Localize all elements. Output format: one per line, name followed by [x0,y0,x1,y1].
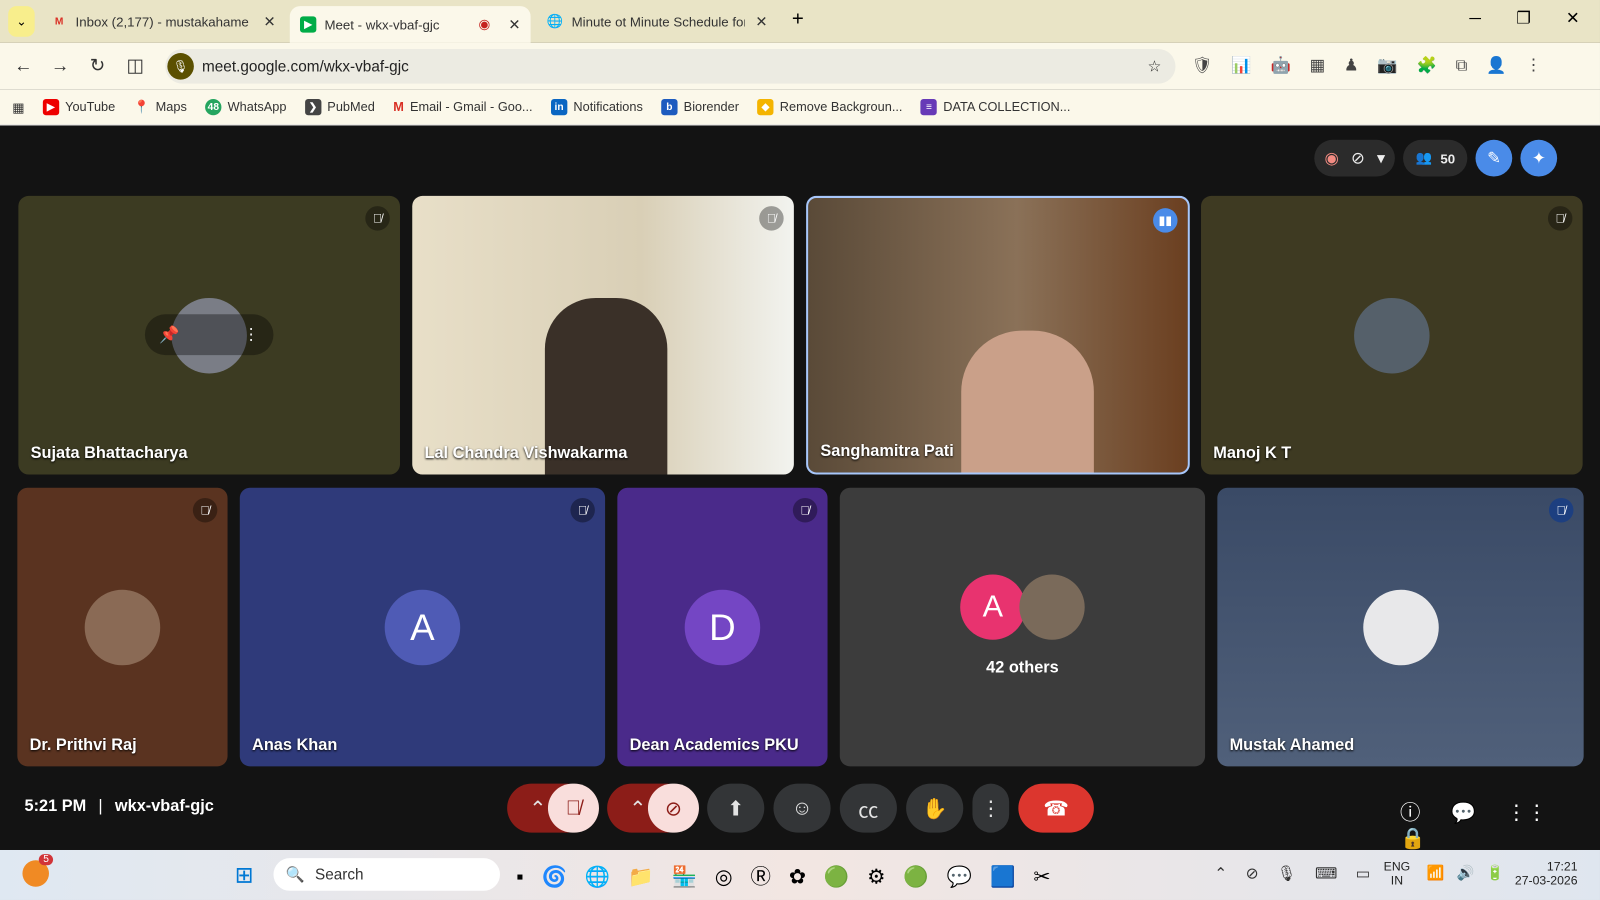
avatar: A [960,574,1026,640]
notes-button[interactable]: ✎ [1475,139,1513,177]
more-options-icon[interactable]: ⋮ [243,324,259,344]
address-bar[interactable]: 🎙 meet.google.com/wkx-vbaf-gjc ☆ [165,48,1176,84]
leave-call-button[interactable]: ☎ [1018,783,1094,833]
gmail-icon: M [54,15,64,28]
tile-hover-controls[interactable]: 📌 ⋮ [144,314,274,356]
taskbar: 5 ⊞ 🔍 Search ▪ 🌀 🌐 📁 🏪 ◎ Ⓡ ✿ 🟢 ⚙ 🟢 💬 🟦 ✂ … [0,849,1600,900]
captions-button[interactable]: ㏄ [839,783,897,833]
participants-button[interactable]: 👥 50 [1403,139,1468,177]
gmail-icon: M [393,99,404,115]
others-tile[interactable]: A 42 others [839,487,1206,767]
bookmarks-bar: ▦ ▶ YouTube 📍 Maps 48 WhatsApp ❯ PubMed M Ema… [0,89,1600,126]
gemini-button[interactable]: ✦ [1520,139,1558,177]
meeting-info: 5:21 PM | wkx-vbaf-gjc [24,797,214,816]
avatar [1019,574,1085,640]
youtube-icon: ▶ [42,98,59,116]
bookmark-star-icon[interactable]: ☆ [1147,57,1161,75]
split-view-icon[interactable]: ◫ [127,55,144,76]
bookmark-notifications[interactable]: in Notifications [550,98,643,116]
bookmark-remove-bg[interactable]: ◆ Remove Backgroun... [757,98,902,116]
tab-meet[interactable]: ▶ Meet - wkx-vbaf-gjc ◉ ✕ [289,6,531,43]
meet-icon: ▶ [299,16,317,33]
bookmark-whatsapp[interactable]: 48 WhatsApp [205,98,286,116]
mic-muted-icon: 🎙̸ [1548,497,1574,523]
more-options-button[interactable]: ⋮ [972,783,1010,833]
right-controls[interactable]: ⓘ 💬 ⋮⋮ 🔒 [1400,796,1600,851]
system-tray[interactable]: ⌃ ⊘ 🎙 ⌨ ▭ [1214,864,1370,882]
whatsapp-icon: 48 [205,98,222,116]
camera-off-icon: ⊘ [1350,149,1365,168]
bookmark-data-collection[interactable]: ≡ DATA COLLECTION... [920,98,1070,116]
participant-tile[interactable]: ▮▮ Sanghamitra Pati [806,195,1190,475]
avatar [1354,297,1430,373]
tab-search-button[interactable]: ⌄ [8,6,35,37]
participant-tile[interactable]: 🎙̸ Manoj K T [1201,195,1583,475]
camera-toggle-button[interactable]: ⊘ [647,783,699,833]
participant-tile[interactable]: D 🎙̸ Dean Academics PKU [617,487,828,767]
close-icon[interactable]: ✕ [264,13,276,30]
mic-muted-icon: 🎙̸ [192,497,218,523]
tab-schedule[interactable]: 🌐 Minute ot Minute Schedule for ✕ [537,4,778,39]
video-feed [961,330,1094,473]
forward-icon[interactable]: → [51,55,69,76]
linkedin-icon: in [550,98,568,116]
nav-bar: ← → ↻ ◫ 🎙 meet.google.com/wkx-vbaf-gjc ☆ 🛡… [0,42,1600,90]
recording-indicator[interactable]: ◉ ⊘ ▾ [1314,139,1396,177]
mic-muted-icon: 🎙̸ [570,497,595,523]
tab-bar: ⌄ M Inbox (2,177) - mustakahamed3 ✕ ▶ Meet … [0,0,1600,43]
bookmark-pubmed[interactable]: ❯ PubMed [304,98,375,116]
taskbar-search[interactable]: 🔍 Search [273,858,500,891]
speaking-indicator: ▮▮ [1153,208,1178,233]
mic-muted-icon: 🎙̸ [1547,206,1573,231]
mic-toggle-button[interactable]: 🎙̸ [547,783,599,833]
tab-gmail[interactable]: M Inbox (2,177) - mustakahamed3 ✕ [41,4,286,39]
new-tab-button[interactable]: + [792,8,804,31]
mic-muted-icon: 🎙̸ [792,497,818,523]
forms-icon: ≡ [920,98,938,116]
extensions[interactable]: 🛡 📊 🤖 ▦ ♟ 📷 🧩 ⧉ 👤 ⋮ [1192,55,1542,75]
network-volume-battery[interactable]: 📶 🔊 🔋 [1427,864,1505,881]
bookmark-youtube[interactable]: ▶ YouTube [42,98,116,116]
back-icon[interactable]: ← [14,55,32,76]
taskbar-apps[interactable]: ▪ 🌀 🌐 📁 🏪 ◎ Ⓡ ✿ 🟢 ⚙ 🟢 💬 🟦 ✂ [516,860,1050,890]
clock[interactable]: 17:21 27-03-2026 [1510,859,1578,888]
participant-tile[interactable]: A 🎙̸ Anas Khan [239,487,606,767]
layers-icon: ◆ [757,98,774,116]
present-button[interactable]: ⬆ [707,783,765,833]
recording-icon: ◉ [478,16,491,32]
weather-widget[interactable]: 5 [22,854,54,887]
start-button[interactable]: ⊞ [235,862,254,889]
avatar: D [684,589,761,665]
search-icon: 🔍 [285,866,305,884]
meet-top-controls: ◉ ⊘ ▾ 👥 50 ✎ ✦ [1314,139,1558,177]
raise-hand-button[interactable]: ✋ [906,783,964,833]
biorender-icon: b [661,98,678,116]
globe-icon: 🌐 [546,13,564,29]
people-icon: 👥 [1415,149,1433,166]
close-icon[interactable]: ✕ [508,16,520,33]
window-controls[interactable]: ─ ❐ ✕ [1469,8,1579,28]
reactions-button[interactable]: ☺ [773,783,831,833]
reload-icon[interactable]: ↻ [90,55,105,76]
bookmark-biorender[interactable]: b Biorender [661,98,739,116]
participant-tile[interactable]: 🎙̸ Dr. Prithvi Raj [17,487,228,767]
participant-tile[interactable]: 📌 ⋮ 🎙̸ Sujata Bhattacharya [18,195,400,475]
apps-icon[interactable]: ▦ [12,99,24,115]
avatar [1362,589,1439,665]
participant-tile[interactable]: 🎙̸ Lal Chandra Vishwakarma [412,195,794,475]
mic-site-icon: 🎙 [167,53,194,80]
maps-icon: 📍 [133,99,150,114]
participant-tile[interactable]: 🎙̸ Mustak Ahamed [1217,487,1584,767]
close-icon[interactable]: ✕ [755,13,767,30]
mic-muted-icon: 🎙̸ [759,206,784,231]
bookmark-gmail[interactable]: M Email - Gmail - Goo... [393,100,532,114]
pubmed-icon: ❯ [304,98,322,116]
pin-icon[interactable]: 📌 [159,324,179,344]
avatar: A [384,589,461,665]
mic-muted-icon: 🎙̸ [365,206,390,231]
avatar [84,589,161,665]
bookmark-maps[interactable]: 📍 Maps [134,99,187,114]
